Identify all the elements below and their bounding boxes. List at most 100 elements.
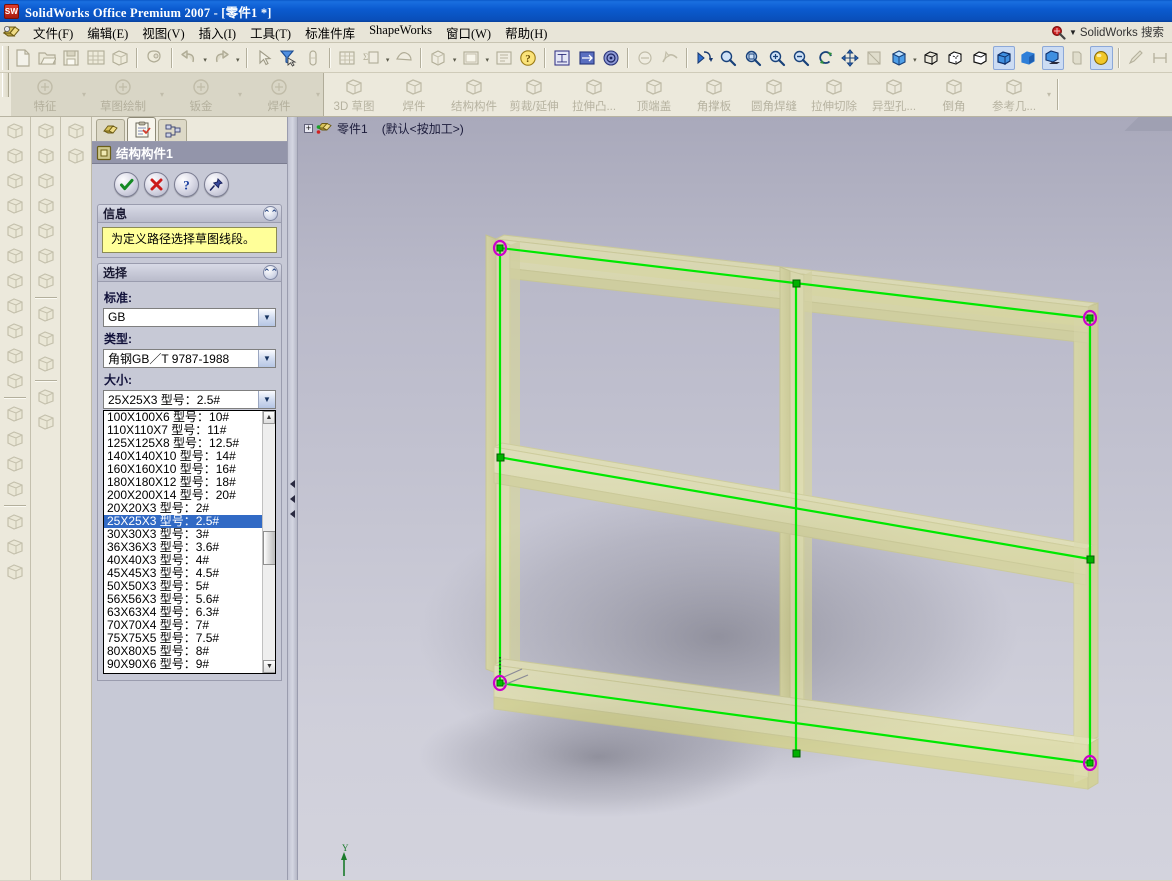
menu-toolbox[interactable]: 标准件库 [298, 21, 362, 44]
size-option[interactable]: 180X180X12 型号：18# [104, 475, 262, 489]
vb-pattern-icon[interactable] [33, 410, 59, 434]
standard-dropdown[interactable]: GB ▼ [103, 307, 276, 327]
flyout-feature-tree[interactable]: + 零件1 (默认<按加工>) [304, 120, 464, 137]
pack-and-go-button[interactable] [143, 46, 165, 70]
feature-manager-tab[interactable] [96, 119, 125, 141]
layer-button[interactable] [460, 46, 482, 70]
vb-pattern2-icon[interactable] [2, 560, 28, 584]
wireframe-button[interactable] [920, 46, 942, 70]
size-dropdown[interactable]: 25X25X3 型号：2.5# ▼ [103, 389, 276, 409]
vb-fillet-icon[interactable] [33, 269, 59, 293]
grid-button[interactable] [336, 46, 358, 70]
size-list-scrollbar[interactable]: ▲ ▼ [262, 410, 275, 673]
panel-splitter[interactable] [288, 117, 298, 880]
structural-weldment-model[interactable] [298, 117, 1172, 880]
zoom-in-out-button[interactable] [766, 46, 788, 70]
standard-views-button[interactable]: 工 [551, 46, 573, 70]
selection-filter-button[interactable] [277, 46, 299, 70]
hidden-lines-removed-button[interactable] [969, 46, 991, 70]
menu-shapeworks[interactable]: ShapeWorks [362, 21, 439, 44]
chevron-down-icon[interactable]: ▼ [258, 349, 275, 367]
cmdtab-caret-icon[interactable]: ▾ [235, 73, 245, 116]
cmd-gusset[interactable]: 角撑板 [684, 73, 744, 116]
vb-flatten-icon[interactable] [2, 427, 28, 451]
vb-revolved-cut-icon[interactable] [33, 244, 59, 268]
vb-hem-icon[interactable] [2, 194, 28, 218]
help-button[interactable]: ? [174, 171, 199, 197]
chevron-up-icon[interactable]: ⌃⌃ [263, 206, 278, 221]
shadows-in-shaded-button[interactable] [1041, 45, 1064, 70]
vb-curve-through-points-icon[interactable] [63, 119, 89, 143]
select-button[interactable] [253, 46, 275, 70]
pan-button[interactable] [839, 46, 861, 70]
size-option[interactable]: 20X20X3 型号：2# [104, 501, 262, 515]
previous-view-button[interactable] [693, 46, 715, 70]
search-caret-icon[interactable]: ▼ [1069, 28, 1077, 37]
menu-file[interactable]: 文件(F) [26, 21, 80, 44]
expand-tree-icon[interactable]: + [304, 124, 313, 133]
view-orientation-caret-icon[interactable]: ▾ [911, 46, 919, 70]
cmd-extrude-boss[interactable]: 拉伸凸... [564, 73, 624, 116]
selection-section-header[interactable]: 选择 ⌃⌃ [97, 262, 282, 282]
vb-closed-corner-icon[interactable] [2, 294, 28, 318]
size-option[interactable]: 80X80X5 型号：8# [104, 644, 262, 658]
vb-helix-icon[interactable] [63, 144, 89, 168]
cmdtab-features[interactable]: 特征 [11, 73, 79, 116]
vb-sketched-bend-icon[interactable] [2, 269, 28, 293]
size-option[interactable]: 45X45X3 型号：4.5# [104, 566, 262, 580]
vb-extruded-cut-icon[interactable] [2, 344, 28, 368]
vb-mirror-icon[interactable] [33, 385, 59, 409]
vb-miter-flange-icon[interactable] [2, 169, 28, 193]
cmdbar-overflow-caret-icon[interactable]: ▾ [1044, 73, 1054, 116]
size-option[interactable]: 40X40X3 型号：4# [104, 553, 262, 567]
target-button[interactable] [600, 46, 622, 70]
ok-button[interactable] [114, 171, 139, 197]
zoom-to-area-button[interactable] [741, 46, 763, 70]
annotation-button[interactable] [634, 46, 656, 70]
search-box[interactable]: ▼ SolidWorks 搜索 [1046, 23, 1168, 41]
size-option[interactable]: 110X110X7 型号：11# [104, 423, 262, 437]
collapse-arrow-icon[interactable] [290, 509, 295, 518]
scroll-down-arrow-icon[interactable]: ▼ [263, 659, 275, 673]
print3d-button[interactable] [109, 46, 131, 70]
size-option[interactable]: 56X56X3 型号：5.6# [104, 592, 262, 606]
cmdbar-grip[interactable] [2, 73, 9, 97]
shaded-toggle-button[interactable] [427, 46, 449, 70]
view-orientation-button[interactable] [887, 46, 909, 70]
cmdtab-weldments[interactable]: 焊件 [245, 73, 313, 116]
cmd-chamfer[interactable]: 倒角 [924, 73, 984, 116]
zoom-to-fit-button[interactable] [717, 46, 739, 70]
measure-button[interactable]: Σ [360, 46, 382, 70]
vb-lofted-icon[interactable] [2, 510, 28, 534]
open-document-button[interactable] [36, 46, 58, 70]
menu-window[interactable]: 窗口(W) [439, 21, 498, 44]
sketch-pencil-button[interactable] [1125, 46, 1147, 70]
vb-jog-icon[interactable] [2, 219, 28, 243]
cmd-3d-sketch[interactable]: 3D 草图 [324, 73, 384, 116]
vb-simple-hole-icon[interactable] [2, 369, 28, 393]
vb-break-corner-icon[interactable] [2, 244, 28, 268]
zoom-to-selection-button[interactable] [790, 46, 812, 70]
shaded-dropdown-caret-icon[interactable]: ▾ [450, 46, 458, 70]
chevron-down-icon[interactable]: ▼ [258, 390, 275, 408]
vb-derived-sketch-icon[interactable] [33, 352, 59, 376]
size-option[interactable]: 63X63X4 型号：6.3# [104, 605, 262, 619]
size-option[interactable]: 50X50X3 型号：5# [104, 579, 262, 593]
vb-extruded-cut2-icon[interactable] [33, 219, 59, 243]
cmd-fillet-bead[interactable]: 圆角焊缝 [744, 73, 804, 116]
cmdtab-caret-icon[interactable]: ▾ [157, 73, 167, 116]
options-button[interactable] [492, 46, 514, 70]
magnifier-capsule-button[interactable] [302, 46, 324, 70]
cmd-hole-wizard[interactable]: 异型孔... [864, 73, 924, 116]
realview-graphics-button[interactable] [1090, 45, 1113, 70]
relations-button[interactable] [575, 46, 597, 70]
cmd-end-cap[interactable]: 顶端盖 [624, 73, 684, 116]
cmd-extruded-cut[interactable]: 拉伸切除 [804, 73, 864, 116]
chevron-down-icon[interactable]: ▼ [258, 308, 275, 326]
size-option[interactable]: 25X25X3 型号：2.5# [104, 514, 262, 528]
property-manager-tab[interactable] [127, 117, 156, 141]
cmd-reference-geometry[interactable]: 参考几... [984, 73, 1044, 116]
vb-swept-boss-icon[interactable] [33, 169, 59, 193]
cancel-button[interactable] [144, 171, 169, 197]
shaded-with-edges-button[interactable] [992, 45, 1016, 70]
